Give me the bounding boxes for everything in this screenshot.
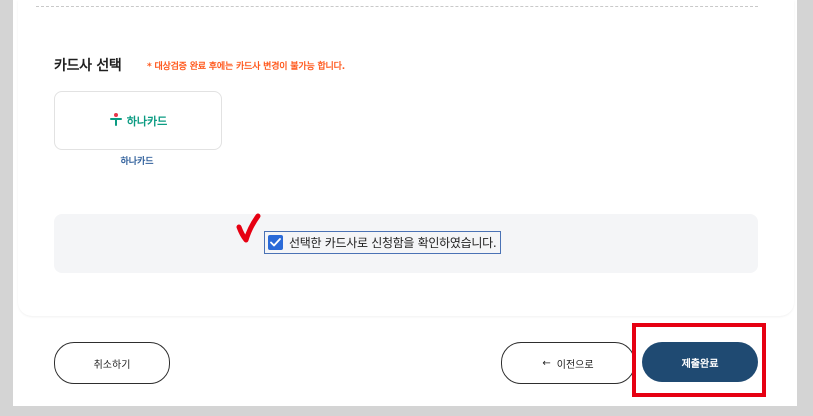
submit-button[interactable]: 제출완료 [642, 342, 758, 382]
previous-button-label: 이전으로 [556, 359, 594, 371]
left-backdrop [0, 0, 13, 416]
change-warning-note: * 대상검증 완료 후에는 카드사 변경이 불가능 합니다. [147, 62, 345, 72]
hana-logo-text: 하나카드 [126, 114, 168, 128]
page: 카드사 선택 * 대상검증 완료 후에는 카드사 변경이 불가능 합니다. 하나… [0, 0, 813, 416]
arrow-left-icon: ← [542, 357, 551, 369]
bottom-backdrop [0, 406, 813, 416]
confirm-checkbox[interactable] [268, 235, 283, 250]
previous-button[interactable]: ← 이전으로 [501, 342, 635, 384]
cancel-button[interactable]: 취소하기 [54, 342, 170, 384]
section-divider [36, 6, 758, 7]
confirm-label: 선택한 카드사로 신청함을 확인하였습니다. [289, 236, 497, 250]
checkmark-icon [270, 238, 281, 247]
cancel-button-label: 취소하기 [93, 359, 131, 371]
confirm-checkbox-row[interactable]: 선택한 카드사로 신청함을 확인하였습니다. [264, 231, 502, 254]
red-check-mark-icon [235, 213, 261, 247]
right-backdrop [797, 0, 813, 416]
hana-logo-icon [109, 111, 123, 130]
hana-card-logo: 하나카드 [109, 111, 167, 130]
submit-button-label: 제출완료 [681, 358, 719, 370]
section-title: 카드사 선택 [54, 58, 122, 74]
card-company-caption: 하나카드 [120, 157, 154, 167]
card-company-option-hana[interactable]: 하나카드 [54, 91, 222, 150]
